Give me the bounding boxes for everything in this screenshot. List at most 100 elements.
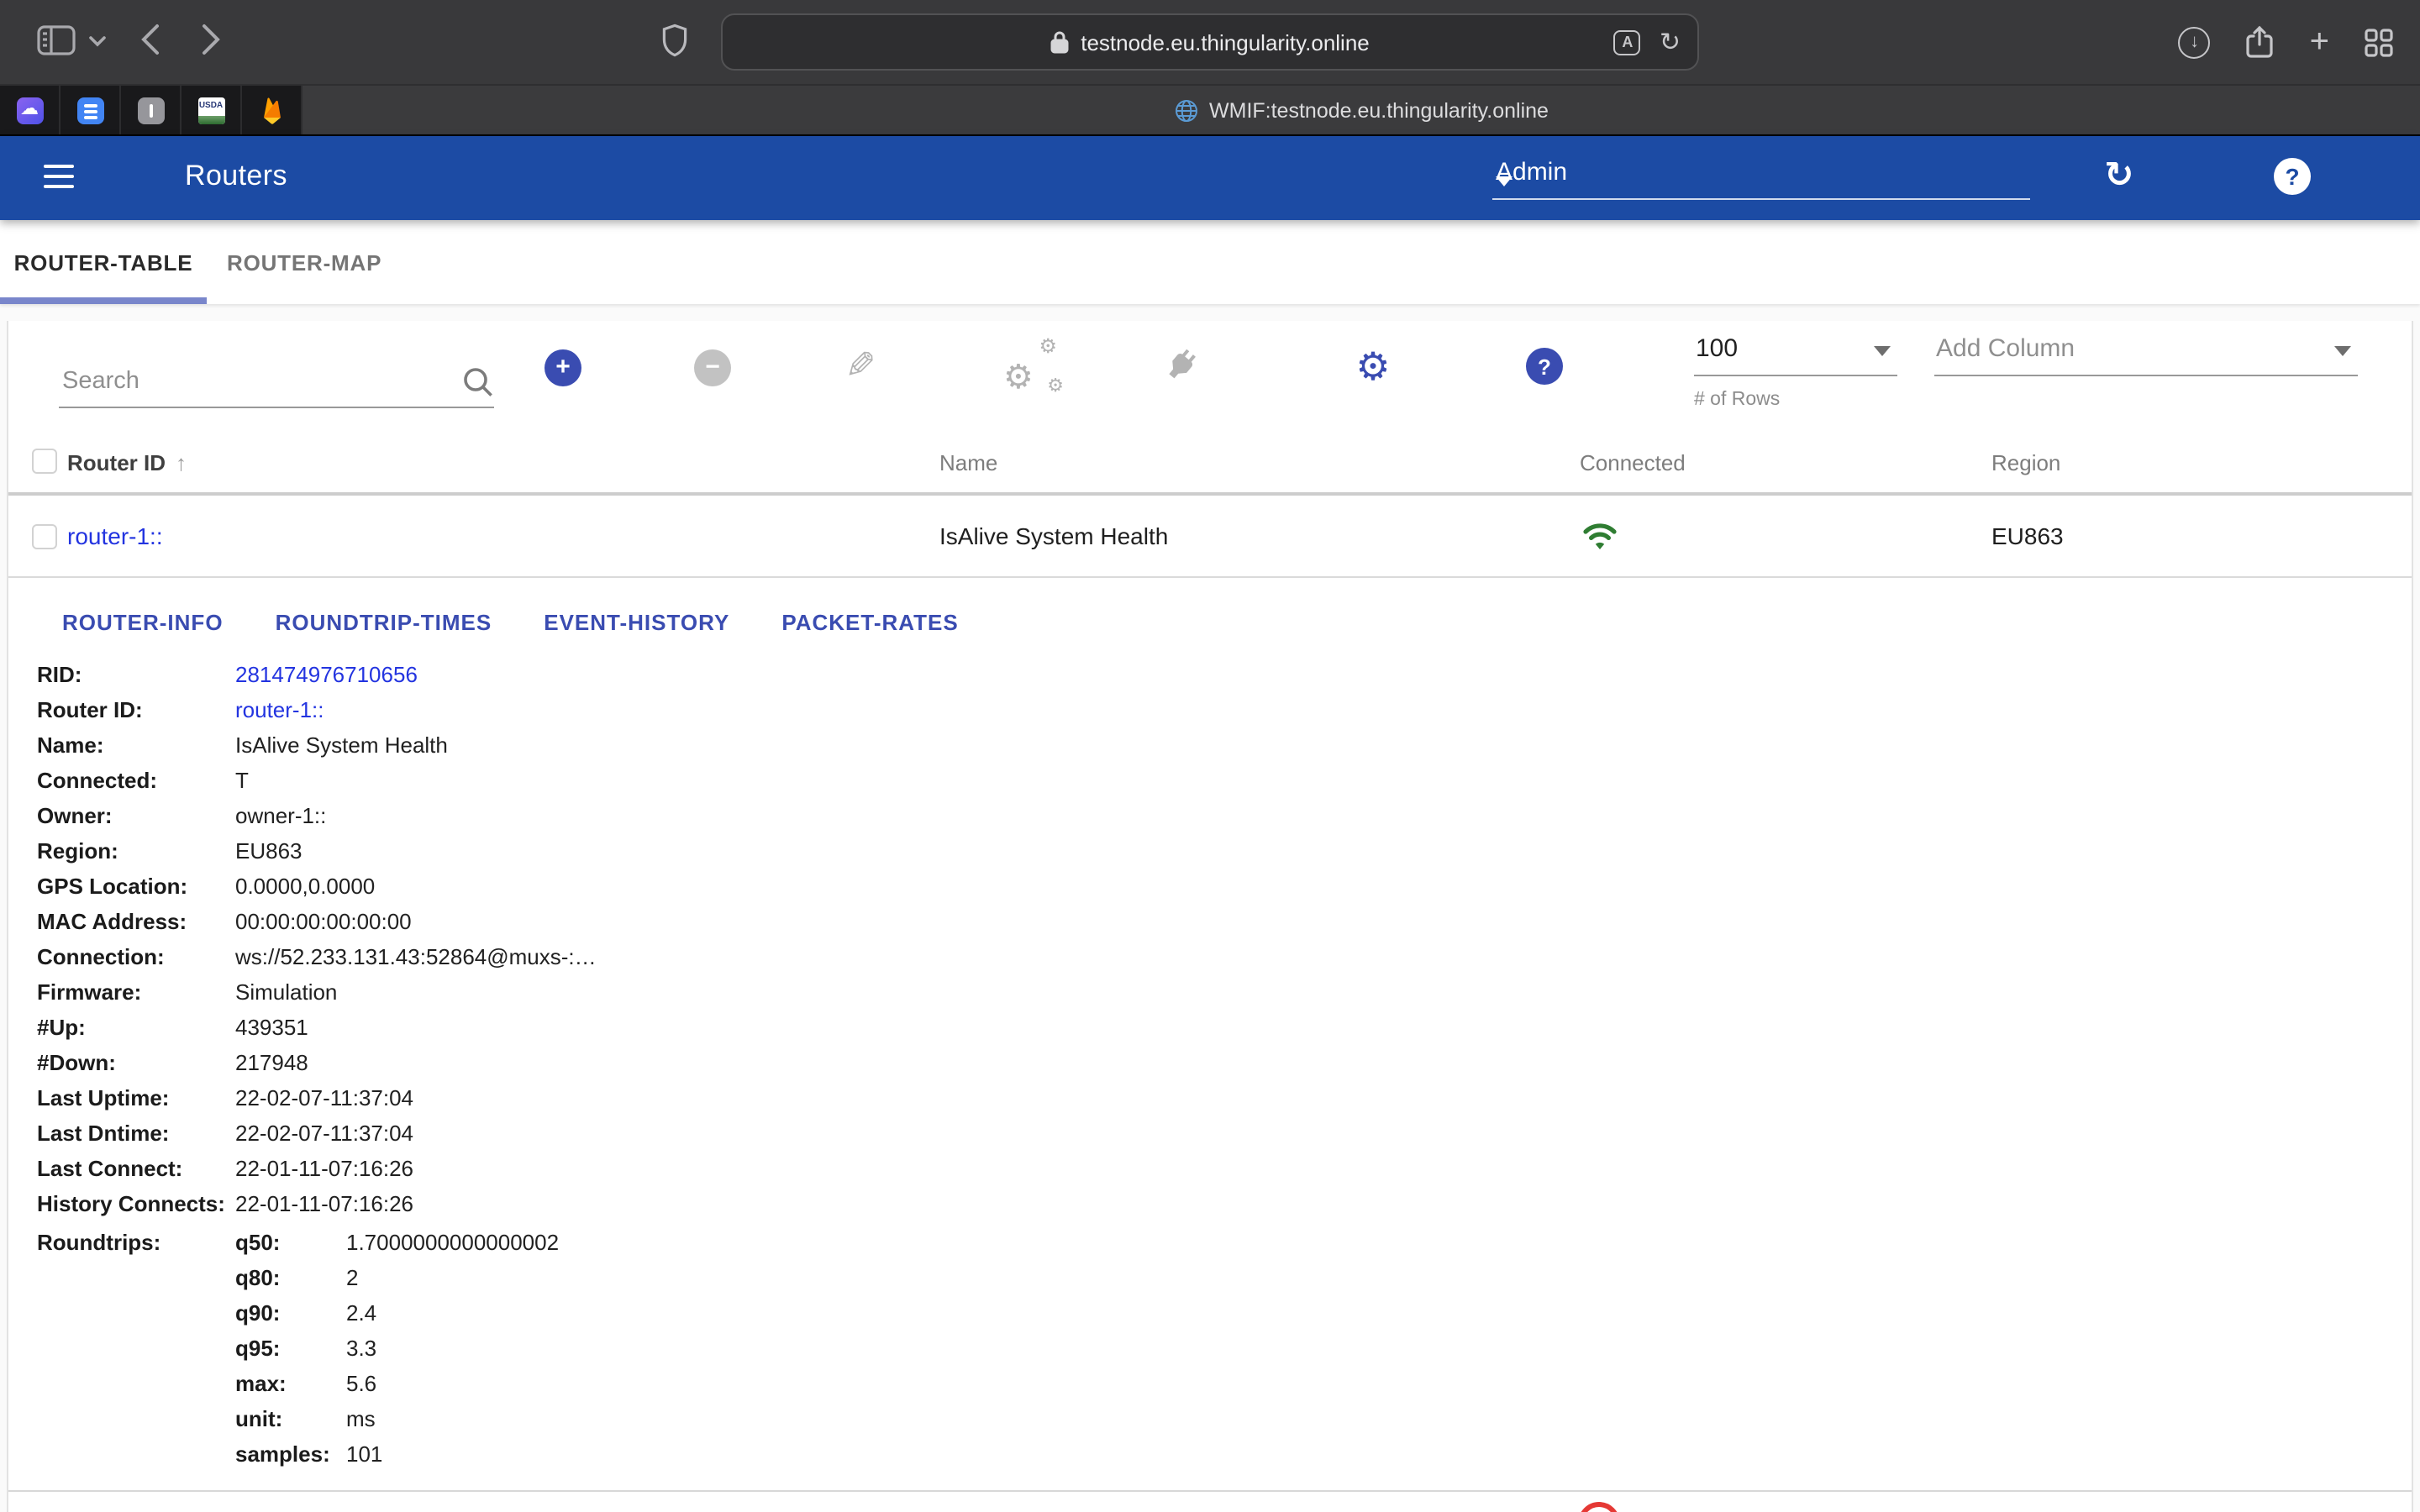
roundtrip-q50: Roundtrips: q50: 1.7000000000000002 <box>37 1225 559 1260</box>
router-id-link[interactable]: router-1:: <box>67 522 163 549</box>
pinned-tab-capsule[interactable] <box>121 86 182 134</box>
active-browser-tab[interactable]: WMIF:testnode.eu.thingularity.online <box>302 86 2420 134</box>
loading-spinner-icon <box>1578 1502 1620 1512</box>
bulk-settings-icon[interactable]: ⚙ ⚙ ⚙ <box>1003 338 1064 395</box>
field-last-dntime: Last Dntime:22-02-07-11:37:04 <box>37 1116 597 1151</box>
pinned-tab-docs[interactable] <box>60 86 121 134</box>
pinned-tab-icloud[interactable]: ☁ <box>0 86 60 134</box>
address-bar[interactable]: testnode.eu.thingularity.online A ↻ <box>721 13 1699 71</box>
search-icon <box>462 366 494 398</box>
roundtrip-max: max:5.6 <box>37 1366 559 1401</box>
chevron-down-icon <box>1874 346 1891 356</box>
table-header: Router ID↑ Name Connected Region <box>8 432 2412 496</box>
content: + − ✎ ⚙ ⚙ ⚙ ⚙ ? 100 # of Rows Add Column <box>0 321 2420 1512</box>
menu-icon[interactable] <box>44 165 74 194</box>
field-router-id: Router ID:router-1:: <box>37 692 597 727</box>
active-tab-underline <box>0 297 207 304</box>
detail-tabs: ROUTER-INFO ROUNDTRIP-TIMES EVENT-HISTOR… <box>62 598 959 645</box>
pinned-tab-firebase[interactable] <box>242 86 302 134</box>
router-id-link[interactable]: router-1:: <box>235 692 324 727</box>
tab-roundtrip-times[interactable]: ROUNDTRIP-TIMES <box>276 609 492 634</box>
flame-icon <box>260 96 283 124</box>
add-column-select[interactable]: Add Column <box>1934 324 2358 376</box>
roundtrip-q90: q90:2.4 <box>37 1295 559 1331</box>
cloud-icon: ☁ <box>16 97 43 123</box>
field-owner: Owner:owner-1:: <box>37 798 597 833</box>
sidebar-chevron-down-icon[interactable] <box>89 35 106 47</box>
new-tab-icon[interactable]: + <box>2310 25 2329 59</box>
page-title: Routers <box>185 160 287 193</box>
plug-icon[interactable] <box>1161 344 1202 385</box>
sidebar-toggle-icon[interactable] <box>37 25 76 55</box>
tab-packet-rates[interactable]: PACKET-RATES <box>781 609 958 634</box>
back-icon[interactable] <box>141 24 160 55</box>
row-checkbox[interactable] <box>32 524 57 549</box>
user-select[interactable]: Admin <box>1492 146 2030 200</box>
rid-link[interactable]: 281474976710656 <box>235 657 418 692</box>
share-icon[interactable] <box>2246 25 2275 59</box>
chevron-down-icon <box>1496 176 1512 186</box>
search-input[interactable] <box>59 366 437 396</box>
select-all-checkbox[interactable] <box>32 449 57 474</box>
settings-gear-icon[interactable]: ⚙ <box>1351 343 1395 390</box>
tab-event-history[interactable]: EVENT-HISTORY <box>544 609 729 634</box>
field-last-connect: Last Connect:22-01-11-07:16:26 <box>37 1151 597 1186</box>
browser-toolbar: testnode.eu.thingularity.online A ↻ ↓ + <box>0 0 2420 84</box>
field-gps: GPS Location:0.0000,0.0000 <box>37 869 597 904</box>
screen: testnode.eu.thingularity.online A ↻ ↓ + <box>0 0 2420 1512</box>
field-connection: Connection:ws://52.233.131.43:52864@muxs… <box>37 939 597 974</box>
col-router-id[interactable]: Router ID↑ <box>67 450 187 475</box>
roundtrip-q80: q80:2 <box>37 1260 559 1295</box>
connected-wifi-icon <box>1581 519 1618 551</box>
remove-router-button[interactable]: − <box>694 349 731 386</box>
header-help-button[interactable]: ? <box>2274 158 2311 195</box>
active-tab-title: WMIF:testnode.eu.thingularity.online <box>1209 98 1549 122</box>
capsule-icon <box>137 97 164 123</box>
col-region[interactable]: Region <box>1991 450 2060 475</box>
document-lines-icon <box>76 97 103 123</box>
globe-favicon <box>1174 98 1197 122</box>
tab-overview-icon[interactable] <box>2365 28 2393 56</box>
refresh-button[interactable]: ↻ <box>2097 155 2141 198</box>
col-connected[interactable]: Connected <box>1580 450 1686 475</box>
sort-asc-icon: ↑ <box>176 450 187 475</box>
pinned-tabs: ☁ USDA <box>0 86 302 134</box>
tab-router-info[interactable]: ROUTER-INFO <box>62 609 224 634</box>
router-info-fields: RID:281474976710656 Router ID:router-1::… <box>37 657 597 1221</box>
tab-router-table[interactable]: ROUTER-TABLE <box>0 220 207 304</box>
rows-select[interactable]: 100 <box>1694 324 1897 376</box>
field-rid: RID:281474976710656 <box>37 657 597 692</box>
field-name: Name:IsAlive System Health <box>37 727 597 763</box>
router-name: IsAlive System Health <box>939 522 1168 549</box>
table-row[interactable]: router-1:: IsAlive System Health EU863 <box>8 496 2412 578</box>
roundtrip-q95: q95:3.3 <box>37 1331 559 1366</box>
pinned-tab-usda[interactable]: USDA <box>182 86 242 134</box>
field-up: #Up:439351 <box>37 1010 597 1045</box>
field-history-connects: History Connects:22-01-11-07:16:26 <box>37 1186 597 1221</box>
forward-icon[interactable] <box>202 24 220 55</box>
reload-icon[interactable]: ↻ <box>1660 29 1681 55</box>
privacy-shield-icon[interactable] <box>662 24 687 57</box>
tab-router-map[interactable]: ROUTER-MAP <box>227 220 381 304</box>
add-router-button[interactable]: + <box>544 349 581 386</box>
rows-caption: # of Rows <box>1694 390 1780 410</box>
edit-icon[interactable]: ✎ <box>839 343 882 390</box>
field-down: #Down:217948 <box>37 1045 597 1080</box>
bottom-divider <box>8 1490 2412 1492</box>
toolbar-help-button[interactable]: ? <box>1526 348 1563 385</box>
field-region: Region:EU863 <box>37 833 597 869</box>
downloads-icon[interactable]: ↓ <box>2179 26 2211 58</box>
search-field[interactable] <box>59 341 494 408</box>
translate-icon[interactable]: A <box>1614 29 1641 55</box>
field-connected: Connected:T <box>37 763 597 798</box>
roundtrip-unit: unit:ms <box>37 1401 559 1436</box>
roundtrip-samples: samples:101 <box>37 1436 559 1472</box>
page-tabs: ROUTER-TABLE ROUTER-MAP <box>0 220 2420 304</box>
app-header: Routers Admin ↻ ? <box>0 136 2420 220</box>
lock-icon <box>1050 30 1069 54</box>
chevron-down-icon <box>2334 346 2351 356</box>
router-region: EU863 <box>1991 522 2064 549</box>
field-firmware: Firmware:Simulation <box>37 974 597 1010</box>
col-name[interactable]: Name <box>939 450 997 475</box>
browser-tab-bar: ☁ USDA <box>0 84 2420 136</box>
